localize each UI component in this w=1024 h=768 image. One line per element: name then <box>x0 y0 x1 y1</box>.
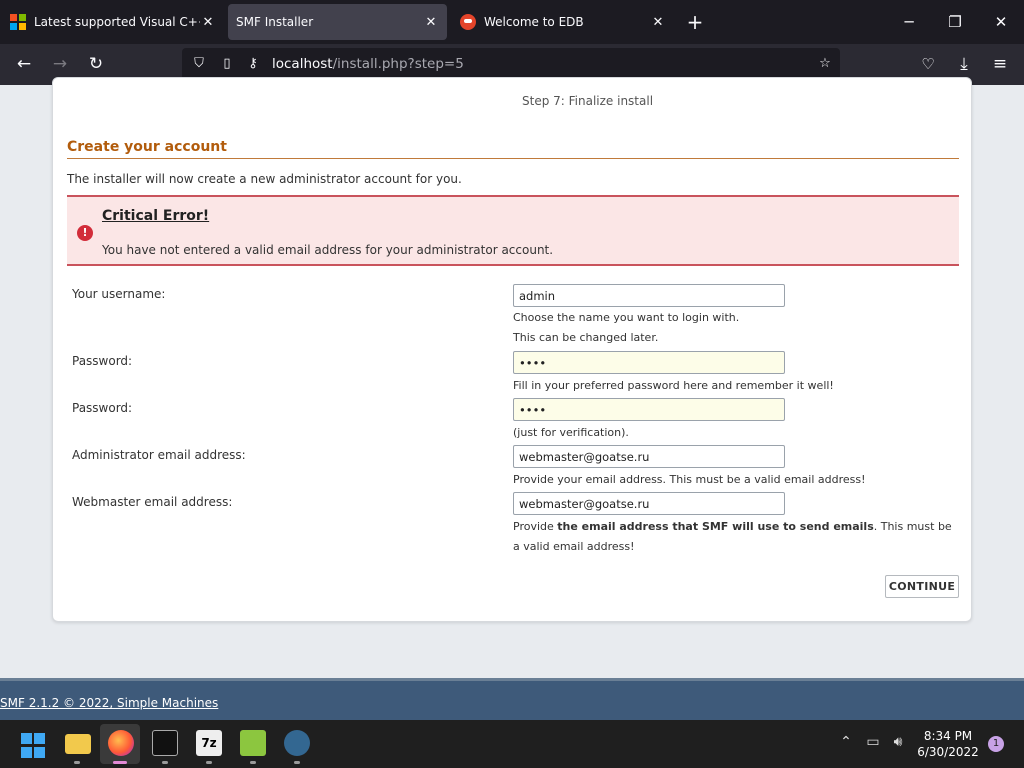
password-confirm-label: Password: <box>72 401 133 415</box>
tab-visual-cpp[interactable]: Latest supported Visual C++ Re ✕ <box>2 4 224 40</box>
running-indicator <box>162 761 168 764</box>
url-text[interactable]: localhost/install.php?step=5 <box>272 56 464 72</box>
critical-error-box: ! Critical Error! You have not entered a… <box>67 195 959 266</box>
tab-title: Latest supported Visual C++ Re <box>34 15 200 29</box>
running-indicator <box>250 761 256 764</box>
footer: SMF 2.1.2 © 2022, Simple Machines <box>0 678 1024 720</box>
forward-icon[interactable]: → <box>48 52 72 76</box>
installer-panel: Step 7: Finalize install Create your acc… <box>52 77 972 622</box>
pocket-icon[interactable]: ♡ <box>916 52 940 76</box>
back-icon[interactable]: ← <box>12 52 36 76</box>
reload-icon[interactable]: ↻ <box>84 52 108 76</box>
running-indicator <box>74 761 80 764</box>
page-content: Step 7: Finalize install Create your acc… <box>0 77 1024 720</box>
notepad-plus-plus-icon[interactable] <box>240 730 266 756</box>
firefox-icon[interactable] <box>108 730 134 756</box>
username-label: Your username: <box>72 287 166 301</box>
error-icon: ! <box>77 225 93 241</box>
menu-icon[interactable]: ≡ <box>988 52 1012 76</box>
clock[interactable]: 8:34 PM 6/30/2022 <box>912 728 984 760</box>
error-message: You have not entered a valid email addre… <box>102 243 554 257</box>
error-title: Critical Error! <box>102 208 210 224</box>
tab-title: SMF Installer <box>236 15 314 29</box>
webmaster-email-label: Webmaster email address: <box>72 495 233 509</box>
intro-text: The installer will now create a new admi… <box>67 172 462 186</box>
smf-footer-link[interactable]: SMF 2.1.2 © 2022, Simple Machines <box>0 696 218 710</box>
page-icon[interactable]: ▯ <box>218 55 236 73</box>
username-hint-secondary: This can be changed later. <box>513 331 659 344</box>
browser-tab-strip: Latest supported Visual C++ Re ✕ SMF Ins… <box>0 0 1024 44</box>
close-window-icon[interactable]: ✕ <box>989 10 1013 34</box>
close-tab-icon[interactable]: ✕ <box>423 15 439 30</box>
postgresql-icon[interactable] <box>284 730 310 756</box>
minimize-icon[interactable]: ─ <box>897 10 921 34</box>
address-bar[interactable]: ⛉ ▯ ⚷ localhost/install.php?step=5 ☆ <box>182 48 840 80</box>
clock-time: 8:34 PM <box>923 729 973 743</box>
network-icon[interactable]: ▭ <box>863 734 883 750</box>
tab-welcome-edb[interactable]: Welcome to EDB ✕ <box>452 4 674 40</box>
admin-email-label: Administrator email address: <box>72 448 246 462</box>
password-confirm-hint: (just for verification). <box>513 426 629 439</box>
password-label: Password: <box>72 354 133 368</box>
microsoft-icon <box>10 14 26 30</box>
bookmark-star-icon[interactable]: ☆ <box>816 55 834 73</box>
terminal-icon[interactable] <box>152 730 178 756</box>
password-input[interactable] <box>513 351 785 374</box>
volume-icon[interactable]: 🔊︎ <box>888 734 908 750</box>
7zip-icon[interactable]: 7z <box>196 730 222 756</box>
close-tab-icon[interactable]: ✕ <box>200 15 216 30</box>
admin-email-hint: Provide your email address. This must be… <box>513 473 866 486</box>
running-indicator <box>206 761 212 764</box>
notification-badge[interactable]: 1 <box>988 736 1004 752</box>
running-indicator <box>113 761 127 764</box>
windows-start-icon[interactable] <box>21 733 47 759</box>
continue-button[interactable]: CONTINUE <box>885 575 959 598</box>
password-confirm-input[interactable] <box>513 398 785 421</box>
running-indicator <box>294 761 300 764</box>
username-hint: Choose the name you want to login with. <box>513 311 740 324</box>
key-icon[interactable]: ⚷ <box>244 55 262 73</box>
restore-icon[interactable]: ❐ <box>943 10 967 34</box>
chevron-up-icon[interactable]: ⌃ <box>836 734 856 750</box>
webmaster-email-input[interactable] <box>513 492 785 515</box>
download-icon[interactable]: ⤓ <box>952 52 976 76</box>
close-tab-icon[interactable]: ✕ <box>650 15 666 30</box>
tab-title: Welcome to EDB <box>484 15 584 29</box>
file-explorer-icon[interactable] <box>65 734 91 754</box>
webmaster-email-hint: Provide the email address that SMF will … <box>513 520 952 553</box>
step-indicator: Step 7: Finalize install <box>522 94 654 108</box>
username-input[interactable] <box>513 284 785 307</box>
tab-smf-installer[interactable]: SMF Installer ✕ <box>228 4 447 40</box>
section-title: Create your account <box>67 139 959 159</box>
admin-email-input[interactable] <box>513 445 785 468</box>
shield-icon[interactable]: ⛉ <box>190 55 208 73</box>
edb-icon <box>460 14 476 30</box>
new-tab-icon[interactable]: + <box>684 10 706 34</box>
password-hint: Fill in your preferred password here and… <box>513 379 834 392</box>
clock-date: 6/30/2022 <box>917 745 979 759</box>
taskbar: 7z ⌃ ▭ 🔊︎ 8:34 PM 6/30/2022 <box>0 720 1024 768</box>
